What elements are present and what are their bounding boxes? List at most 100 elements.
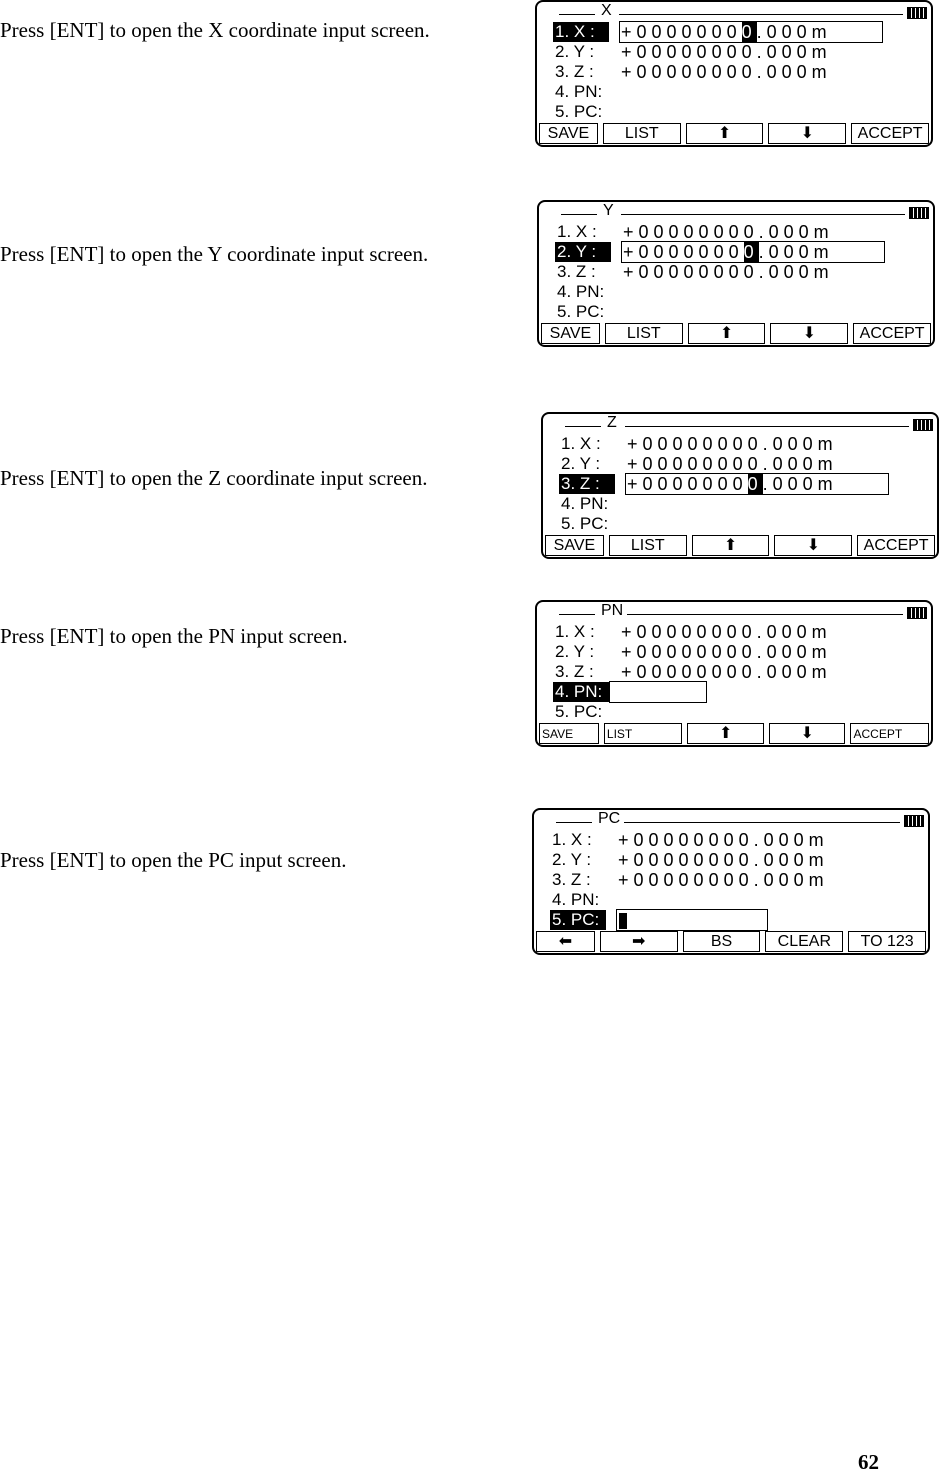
step-instruction: Press [ENT] to open the Z coordinate inp… [0, 466, 428, 490]
field-row[interactable]: 3. Z : +00000000.000m [555, 262, 829, 282]
input-box[interactable] [621, 241, 885, 263]
field-value: +00000000.000m [621, 62, 832, 82]
softkey-a[interactable]: SAVE [539, 723, 599, 744]
field-row[interactable]: 2. Y : +00000000.000m [553, 42, 827, 62]
page-number: 62 [858, 1450, 879, 1474]
field-value: +00000000.000m [618, 850, 829, 870]
softkey-a[interactable]: SAVE [541, 323, 600, 344]
softkey-e[interactable]: ACCEPT [857, 535, 936, 556]
softkey-a[interactable]: SAVE [539, 123, 598, 144]
field-row[interactable]: 4. PN: [553, 82, 609, 102]
field-row[interactable]: 1. X : +00000000.000m [553, 21, 883, 43]
field-label: 3. Z : [559, 474, 615, 494]
field-label: 1. X : [553, 22, 609, 42]
field-row[interactable]: 2. Y : +00000000.000m [550, 850, 824, 870]
battery-icon [913, 419, 933, 431]
input-box[interactable] [616, 909, 768, 931]
softkey-c[interactable]: ⬆ [685, 123, 764, 144]
field-label: 5. PC: [561, 514, 609, 533]
title-rule [556, 822, 592, 823]
field-value: +00000000.000m [621, 642, 832, 662]
field-value: +00000000.000m [618, 870, 829, 890]
softkey-c[interactable]: ⬆ [687, 323, 766, 344]
device-screen-pn: PN 1. X : +00000000.000m 2. Y : +00000000.00… [535, 600, 933, 747]
softkey-b[interactable]: LIST [603, 723, 683, 744]
field-row[interactable]: 5. PC: [559, 514, 615, 534]
field-row[interactable]: 3. Z : +00000000.000m [553, 62, 827, 82]
field-row[interactable]: 1. X : +00000000.000m [555, 222, 829, 242]
field-row[interactable]: 1. X : +00000000.000m [559, 434, 833, 454]
field-row[interactable]: 5. PC: [553, 702, 609, 722]
field-label: 1. X : [557, 222, 597, 241]
field-row[interactable]: 4. PN: [553, 681, 707, 703]
title-rule [559, 14, 595, 15]
field-label: 1. X : [555, 622, 595, 641]
device-screen-pc: PC 1. X : +00000000.000m 2. Y : +00000000.00… [532, 808, 930, 955]
title-rule [621, 214, 905, 215]
softkey-c[interactable]: ⬆ [687, 723, 764, 744]
softkey-b[interactable]: LIST [608, 535, 687, 556]
softkey-b[interactable]: LIST [602, 123, 681, 144]
field-row[interactable]: 3. Z : +00000000.000m [559, 473, 889, 495]
softkey-bar: SAVE LIST ⬆ ⬇ ACCEPT [539, 123, 930, 144]
field-row[interactable]: 5. PC: [550, 909, 768, 931]
softkey-e[interactable]: ACCEPT [851, 123, 930, 144]
title-rule [627, 614, 903, 615]
softkey-b[interactable]: LIST [604, 323, 683, 344]
softkey-e[interactable]: ACCEPT [853, 323, 932, 344]
step-instruction: Press [ENT] to open the PC input screen. [0, 848, 347, 872]
softkey-c[interactable]: BS [682, 931, 761, 952]
softkey-d[interactable]: CLEAR [765, 931, 844, 952]
softkey-d[interactable]: ⬇ [768, 723, 846, 744]
screen-title: Y [603, 202, 614, 219]
field-row[interactable]: 4. PN: [559, 494, 615, 514]
title-rule [561, 214, 597, 215]
field-row[interactable]: 3. Z : +00000000.000m [550, 870, 824, 890]
input-box[interactable] [609, 681, 707, 703]
softkey-c[interactable]: ⬆ [691, 535, 770, 556]
softkey-d[interactable]: ⬇ [770, 323, 849, 344]
title-rule [559, 614, 595, 615]
softkey-d[interactable]: ⬇ [768, 123, 847, 144]
field-row[interactable]: 4. PN: [555, 282, 611, 302]
field-row[interactable]: 2. Y : +00000000.000m [559, 454, 833, 474]
field-row[interactable]: 1. X : +00000000.000m [553, 622, 827, 642]
input-box[interactable] [619, 21, 883, 43]
field-label: 4. PN: [552, 890, 600, 909]
softkey-a[interactable]: SAVE [545, 535, 604, 556]
softkey-e[interactable]: TO 123 [848, 931, 927, 952]
field-label: 3. Z : [555, 62, 594, 81]
field-label: 4. PN: [561, 494, 609, 513]
step-instruction: Press [ENT] to open the Y coordinate inp… [0, 242, 429, 266]
softkey-b[interactable]: ➡ [599, 931, 678, 952]
screen-title: PN [601, 602, 624, 619]
field-label: 5. PC: [557, 302, 605, 321]
field-value: +00000000.000m [627, 454, 838, 474]
field-value: +00000000.000m [621, 662, 832, 682]
step-instruction: Press [ENT] to open the X coordinate inp… [0, 18, 430, 42]
field-label: 1. X : [552, 830, 592, 849]
step-instruction: Press [ENT] to open the PN input screen. [0, 624, 348, 648]
field-row[interactable]: 5. PC: [553, 102, 609, 122]
softkey-bar: SAVE LIST ⬆ ⬇ ACCEPT [541, 323, 932, 344]
field-row[interactable]: 2. Y : +00000000.000m [553, 642, 827, 662]
field-row[interactable]: 3. Z : +00000000.000m [553, 662, 827, 682]
field-value: +00000000.000m [621, 622, 832, 642]
softkey-e[interactable]: ACCEPT [850, 723, 930, 744]
field-label: 2. Y : [555, 642, 595, 661]
field-label: 2. Y : [555, 42, 595, 61]
field-row[interactable]: 4. PN: [550, 890, 606, 910]
field-label: 5. PC: [555, 102, 603, 121]
field-label: 3. Z : [555, 662, 594, 681]
softkey-d[interactable]: ⬇ [774, 535, 853, 556]
field-row[interactable]: 2. Y : +00000000.000m [555, 241, 885, 263]
field-row[interactable]: 1. X : +00000000.000m [550, 830, 824, 850]
softkey-bar: SAVE LIST ⬆ ⬇ ACCEPT [545, 535, 936, 556]
device-screen-y: Y 1. X : +00000000.000m 2. Y : +00000000.000… [537, 200, 935, 347]
field-label: 2. Y : [561, 454, 601, 473]
screen-title: PC [598, 810, 621, 827]
device-screen-z: Z 1. X : +00000000.000m 2. Y : +00000000.000… [541, 412, 939, 559]
softkey-a[interactable]: ⬅ [536, 931, 595, 952]
input-box[interactable] [625, 473, 889, 495]
field-row[interactable]: 5. PC: [555, 302, 611, 322]
